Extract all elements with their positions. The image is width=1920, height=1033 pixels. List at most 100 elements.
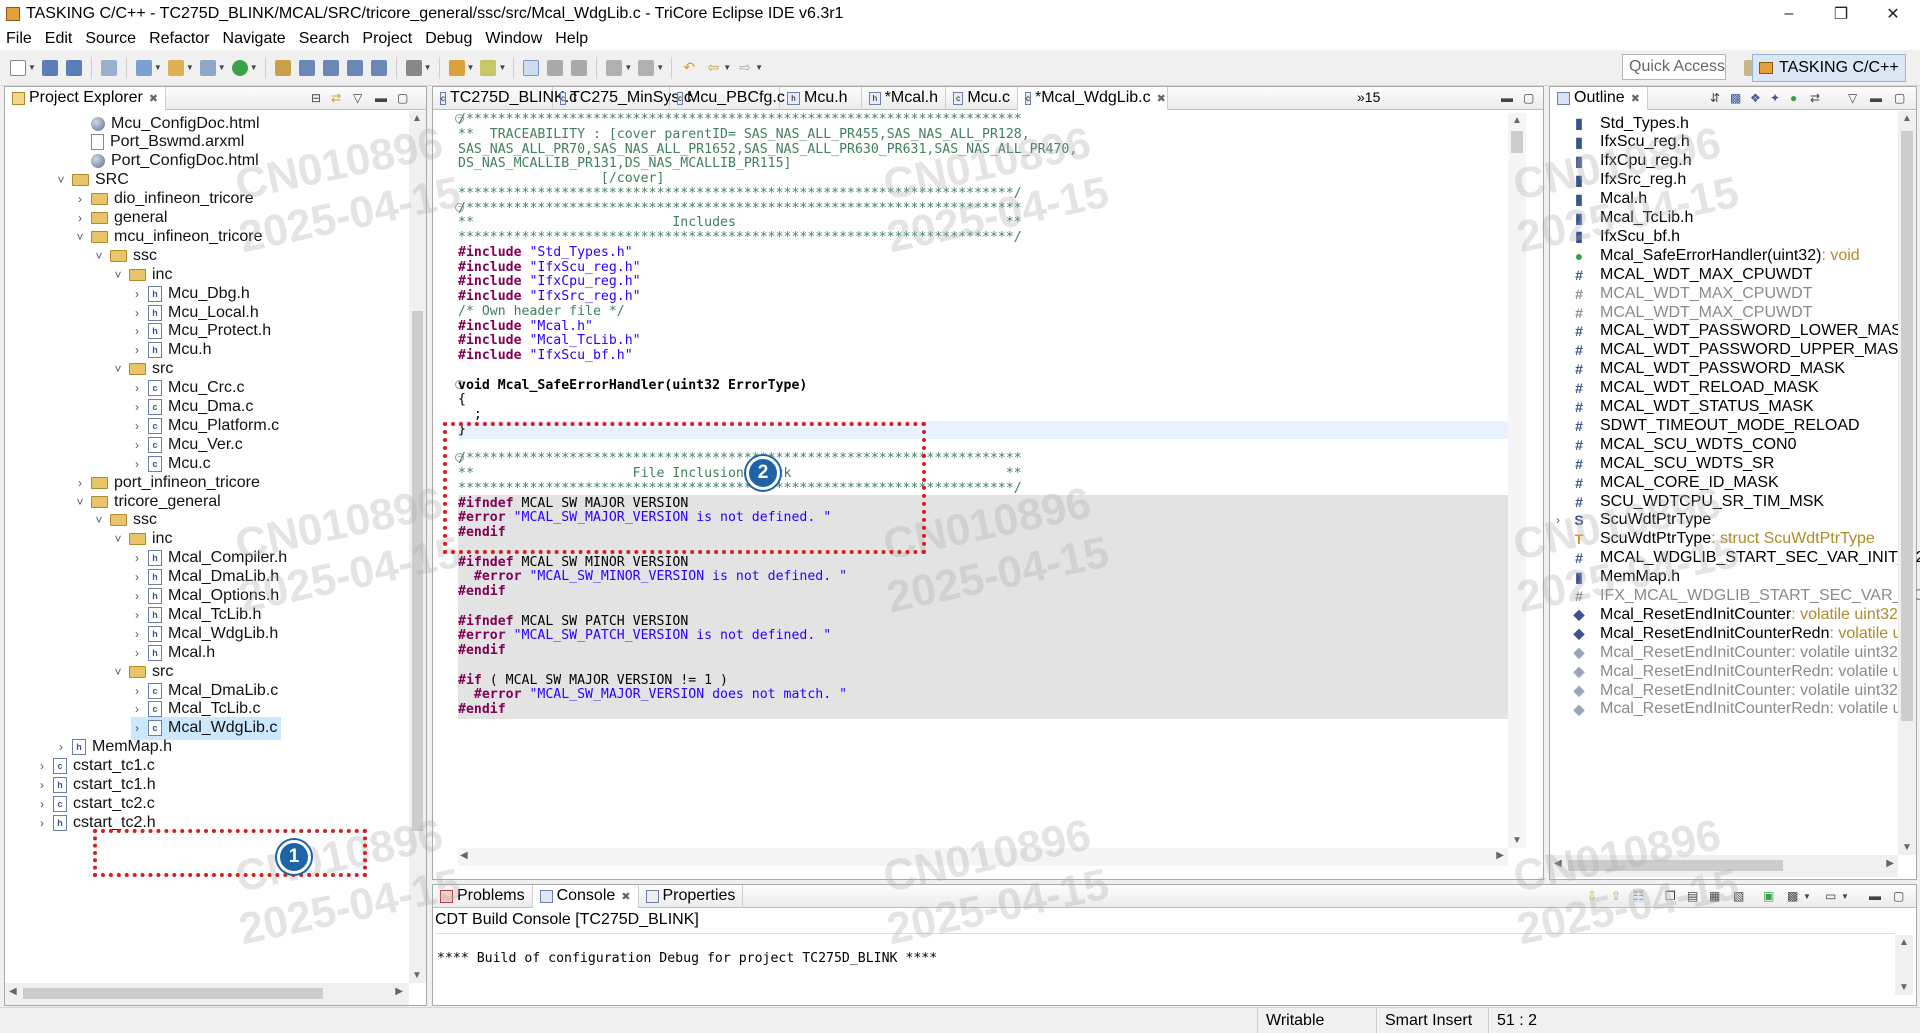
menu-search[interactable]: Search — [299, 30, 350, 48]
new-icon[interactable] — [10, 59, 26, 76]
menu-refactor[interactable]: Refactor — [149, 30, 209, 48]
collapse-arrow-icon[interactable]: › — [131, 381, 143, 395]
outline-item[interactable]: ◆ Mcal_ResetEndInitCounterRedn : volatile… — [1572, 698, 1905, 721]
collapse-arrow-icon[interactable]: › — [131, 324, 143, 338]
scroll-up-icon[interactable]: ▲ — [412, 113, 422, 124]
hide-nonpublic-icon[interactable]: ✦ — [1770, 91, 1780, 105]
editor-tab[interactable]: c TC275_MinSys.c — [553, 86, 692, 110]
scroll-lock-icon[interactable]: ⇩ — [1587, 889, 1597, 903]
scroll-up-icon[interactable]: ▲ — [1512, 115, 1522, 126]
new-console-icon[interactable]: ▭ — [1825, 889, 1836, 903]
link-editor-icon[interactable]: ⇄ — [331, 91, 341, 105]
copy-icon[interactable]: ❐ — [1665, 889, 1676, 903]
outline-hscroll-thumb[interactable] — [1568, 860, 1783, 871]
pin-icon[interactable]: ⇧ — [1611, 889, 1621, 903]
collapse-arrow-icon[interactable]: › — [131, 400, 143, 414]
collapse-arrow-icon[interactable]: › — [74, 211, 86, 225]
chevron-down-icon[interactable]: ▼ — [755, 63, 763, 72]
forward-icon[interactable]: ⇨ — [737, 59, 753, 76]
collapse-arrow-icon[interactable]: › — [131, 627, 143, 641]
new-file-icon[interactable] — [199, 59, 216, 76]
collapse-arrow-icon[interactable]: › — [131, 646, 143, 660]
collapse-arrow-icon[interactable]: › — [36, 759, 48, 773]
maximize-view-icon[interactable]: ▢ — [1523, 91, 1534, 105]
collapse-arrow-icon[interactable]: › — [131, 702, 143, 716]
collapse-arrow-icon[interactable]: › — [131, 457, 143, 471]
chevron-down-icon[interactable]: ▼ — [1803, 892, 1811, 901]
collapse-arrow-icon[interactable]: › — [74, 476, 86, 490]
outline-hscrollbar[interactable]: ◀ ▶ — [1550, 855, 1898, 877]
remove-icon[interactable]: ▧ — [1733, 889, 1744, 903]
open-console-icon[interactable]: ▣ — [1763, 889, 1774, 903]
editor-tab[interactable]: c Mcu_PBCfg.c — [670, 86, 785, 110]
search-icon[interactable] — [274, 59, 291, 76]
block-select-icon[interactable] — [547, 59, 564, 76]
tab-overflow[interactable]: »15 — [1357, 89, 1380, 105]
expand-arrow-icon[interactable]: ˅ — [93, 513, 105, 527]
console-scrollbar[interactable]: ▲ ▼ — [1895, 935, 1913, 995]
close-icon[interactable]: ✖ — [1631, 92, 1640, 105]
editor-tab[interactable]: c Mcu.c — [946, 86, 1018, 110]
expand-arrow-icon[interactable]: ˅ — [74, 495, 86, 509]
quick-access-input[interactable]: Quick Access — [1622, 54, 1726, 80]
settings-icon[interactable] — [405, 59, 422, 76]
open-folder-icon[interactable] — [167, 59, 184, 76]
minimize-view-icon[interactable]: ▬ — [1870, 91, 1882, 105]
prev-annotation-icon[interactable] — [638, 59, 655, 76]
debug-icon[interactable] — [298, 59, 315, 76]
explorer-scroll-thumb[interactable] — [412, 311, 423, 831]
collapse-arrow-icon[interactable]: › — [131, 343, 143, 357]
menu-help[interactable]: Help — [555, 30, 588, 48]
collapse-arrow-icon[interactable]: › — [131, 306, 143, 320]
save-all-icon[interactable] — [65, 59, 82, 76]
editor-scroll-thumb[interactable] — [1511, 131, 1523, 153]
collapse-arrow-icon[interactable]: › — [131, 721, 143, 735]
show-console-icon[interactable]: ☷ — [1633, 889, 1644, 903]
scroll-left-icon[interactable]: ◀ — [1554, 858, 1562, 869]
close-icon[interactable]: ✖ — [149, 92, 158, 105]
scroll-up-icon[interactable]: ▲ — [1899, 937, 1909, 948]
toggle-mark-icon[interactable] — [523, 59, 540, 76]
chevron-down-icon[interactable]: ▼ — [1841, 892, 1849, 901]
chevron-down-icon[interactable]: ▼ — [186, 63, 194, 72]
collapse-arrow-icon[interactable]: › — [55, 740, 67, 754]
editor-tab[interactable]: c TC275D_BLINK.c — [433, 86, 577, 110]
scroll-right-icon[interactable]: ▶ — [1886, 858, 1894, 869]
back-icon[interactable]: ⇦ — [705, 59, 721, 76]
maximize-view-icon[interactable]: ▢ — [1893, 889, 1904, 903]
maximize-view-icon[interactable]: ▢ — [1894, 91, 1905, 105]
tab-properties[interactable]: Properties — [639, 884, 744, 908]
tab-outline[interactable]: Outline ✖ — [1550, 86, 1648, 110]
editor-tab[interactable]: c *Mcal_WdgLib.c ✖ — [1018, 86, 1168, 110]
close-icon[interactable]: ✖ — [1157, 92, 1166, 105]
collapse-arrow-icon[interactable]: › — [131, 608, 143, 622]
view-menu-icon[interactable]: ▽ — [1848, 91, 1857, 105]
menu-file[interactable]: File — [6, 30, 32, 48]
collapse-arrow-icon[interactable]: › — [131, 438, 143, 452]
collapse-arrow-icon[interactable]: › — [1552, 513, 1564, 527]
collapse-arrow-icon[interactable]: › — [131, 570, 143, 584]
menu-edit[interactable]: Edit — [45, 30, 73, 48]
scroll-left-icon[interactable]: ◀ — [9, 986, 17, 997]
chevron-down-icon[interactable]: ▼ — [154, 63, 162, 72]
collapse-arrow-icon[interactable]: › — [131, 684, 143, 698]
outline-scroll-thumb[interactable] — [1901, 131, 1913, 721]
minimize-view-icon[interactable]: ▬ — [1501, 91, 1513, 105]
run-icon[interactable] — [231, 59, 248, 76]
editor-tab[interactable]: h *Mcal.h — [862, 86, 946, 110]
close-icon[interactable]: ✕ — [1870, 0, 1916, 28]
collapse-arrow-icon[interactable]: › — [36, 778, 48, 792]
chevron-down-icon[interactable]: ▼ — [498, 63, 506, 72]
chevron-down-icon[interactable]: ▼ — [467, 63, 475, 72]
close-icon[interactable]: ✖ — [621, 890, 630, 903]
tab-console[interactable]: Console ✖ — [532, 884, 639, 908]
word-wrap-icon[interactable]: ▦ — [1709, 889, 1720, 903]
editor-hscrollbar[interactable]: ◀ ▶ — [458, 848, 1508, 866]
expand-arrow-icon[interactable]: ˅ — [112, 268, 124, 282]
edit-icon[interactable] — [480, 59, 497, 76]
expand-arrow-icon[interactable]: ˅ — [93, 249, 105, 263]
collapse-all-icon[interactable]: ⊟ — [311, 91, 321, 105]
collapse-arrow-icon[interactable]: › — [36, 797, 48, 811]
scroll-right-icon[interactable]: ▶ — [1496, 850, 1504, 861]
minimize-view-icon[interactable]: ▬ — [1869, 889, 1881, 903]
